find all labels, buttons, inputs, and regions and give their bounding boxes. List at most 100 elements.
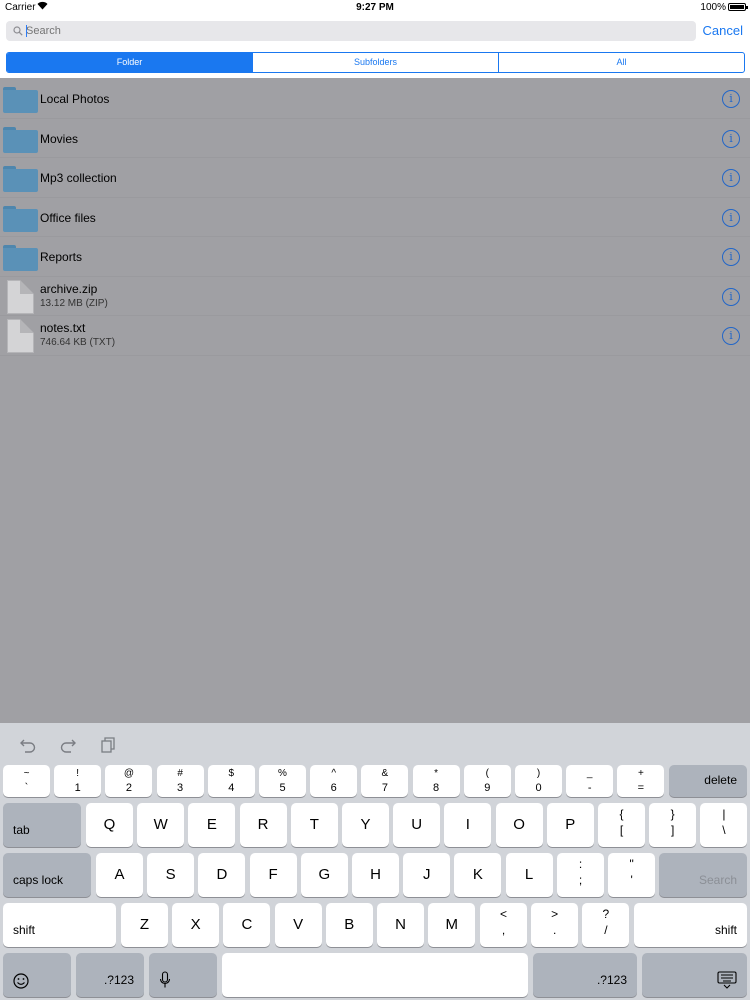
search-input[interactable] <box>26 23 686 39</box>
key-label: 2 <box>125 782 132 794</box>
numbers-key-right[interactable]: .?123 <box>533 953 637 997</box>
key-h[interactable]: H <box>352 853 399 897</box>
paste-icon[interactable] <box>99 737 117 753</box>
key-symbol[interactable]: {[ <box>598 803 645 847</box>
info-icon[interactable]: i <box>722 248 740 266</box>
caps-lock-key[interactable]: caps lock <box>3 853 91 897</box>
key-y[interactable]: Y <box>342 803 389 847</box>
list-item[interactable]: Movies i <box>0 119 750 158</box>
key-r[interactable]: R <box>239 803 287 847</box>
emoji-icon <box>13 973 29 989</box>
key-v[interactable]: V <box>274 903 322 947</box>
tab-key[interactable]: tab <box>3 803 81 847</box>
info-icon[interactable]: i <box>722 129 740 148</box>
shift-left-key[interactable]: shift <box>3 903 116 947</box>
key-shift-label: " <box>629 857 634 871</box>
key-shift-label: ? <box>602 907 610 921</box>
list-item[interactable]: notes.txt 746.64 KB (TXT) i <box>0 316 750 356</box>
shift-label: shift <box>714 923 737 937</box>
item-detail: 13.12 MB (ZIP) <box>40 297 108 309</box>
key-shift-label: } <box>670 807 675 821</box>
search-field[interactable] <box>6 21 696 41</box>
info-icon[interactable]: i <box>722 287 740 306</box>
document-icon <box>7 319 34 353</box>
cancel-button[interactable]: Cancel <box>703 23 743 38</box>
shift-right-key[interactable]: shift <box>634 903 747 947</box>
key-p[interactable]: P <box>546 803 594 847</box>
key-shift-label: { <box>619 807 624 821</box>
info-icon[interactable]: i <box>722 208 740 227</box>
numbers-label: .?123 <box>103 973 134 987</box>
key-symbol[interactable]: + = <box>617 765 665 797</box>
dictation-key[interactable] <box>149 953 217 997</box>
key-q[interactable]: Q <box>86 803 133 847</box>
key-a[interactable]: A <box>96 853 143 897</box>
emoji-key[interactable] <box>3 953 71 997</box>
key-o[interactable]: O <box>495 803 543 847</box>
key-b[interactable]: B <box>325 903 373 947</box>
key-symbol[interactable]: | \ <box>700 803 748 847</box>
key-shift-label: < <box>499 907 507 921</box>
key-symbol[interactable]: :; <box>557 853 604 897</box>
segment-subfolders[interactable]: Subfolders <box>253 53 499 72</box>
key-z[interactable]: Z <box>121 903 168 947</box>
key-shift-label: & <box>381 768 389 779</box>
key-e[interactable]: E <box>188 803 236 847</box>
key-symbol[interactable]: _ - <box>566 765 614 797</box>
key-symbol[interactable]: % 5 <box>259 765 306 797</box>
key-x[interactable]: X <box>172 903 220 947</box>
key-j[interactable]: J <box>403 853 451 897</box>
key-symbol[interactable]: >. <box>531 903 579 947</box>
segment-folder[interactable]: Folder <box>7 53 253 72</box>
key-symbol[interactable]: * 8 <box>412 765 460 797</box>
key-symbol[interactable]: <, <box>480 903 527 947</box>
key-t[interactable]: T <box>290 803 338 847</box>
key-label: 5 <box>279 782 286 794</box>
key-k[interactable]: K <box>454 853 502 897</box>
key-u[interactable]: U <box>393 803 441 847</box>
key-w[interactable]: W <box>137 803 185 847</box>
key-m[interactable]: M <box>428 903 476 947</box>
list-item[interactable]: Office files i <box>0 198 750 237</box>
key-n[interactable]: N <box>377 903 424 947</box>
item-name: archive.zip <box>40 281 98 296</box>
key-symbol[interactable]: @2 <box>105 765 153 797</box>
key-i[interactable]: I <box>444 803 492 847</box>
key-symbol[interactable]: #3 <box>156 765 204 797</box>
redo-icon[interactable] <box>59 737 77 753</box>
key-symbol[interactable]: ) 0 <box>515 765 562 797</box>
info-icon[interactable]: i <box>722 90 740 108</box>
key-symbol[interactable]: ~ ` <box>3 765 50 797</box>
key-symbol[interactable]: & 7 <box>361 765 409 797</box>
key-label: 3 <box>177 782 184 794</box>
keyboard-dismiss-icon <box>717 971 737 989</box>
info-icon[interactable]: i <box>722 169 740 187</box>
hide-keyboard-key[interactable] <box>642 953 747 997</box>
key-symbol[interactable]: ^ 6 <box>310 765 358 797</box>
segment-all[interactable]: All <box>499 53 744 72</box>
list-item[interactable]: Reports i <box>0 237 750 277</box>
delete-key[interactable]: delete <box>669 765 747 797</box>
key-symbol[interactable]: ! 1 <box>54 765 102 797</box>
key-symbol[interactable]: $4 <box>207 765 255 797</box>
key-symbol[interactable]: " ' <box>608 853 656 897</box>
numbers-key-left[interactable]: .?123 <box>76 953 144 997</box>
key-c[interactable]: C <box>223 903 271 947</box>
key-s[interactable]: S <box>147 853 195 897</box>
list-item[interactable]: Local Photos i <box>0 79 750 119</box>
search-key[interactable]: Search <box>659 853 747 897</box>
item-name: Local Photos <box>40 92 110 106</box>
undo-icon[interactable] <box>19 737 37 753</box>
key-symbol[interactable]: ? / <box>582 903 630 947</box>
keyboard: ~ `! 1 @2 #3 $4% 5 ^ 6 & 7 * 8(9) 0 _ - + = delete tab Q W E R T… <box>0 723 750 1000</box>
list-item[interactable]: Mp3 collection i <box>0 158 750 198</box>
space-key[interactable] <box>222 953 528 997</box>
info-icon[interactable]: i <box>722 327 740 345</box>
key-g[interactable]: G <box>300 853 348 897</box>
list-item[interactable]: archive.zip 13.12 MB (ZIP) i <box>0 277 750 316</box>
key-symbol[interactable]: }] <box>649 803 697 847</box>
key-d[interactable]: D <box>198 853 246 897</box>
key-l[interactable]: L <box>505 853 553 897</box>
key-symbol[interactable]: (9 <box>463 765 511 797</box>
key-f[interactable]: F <box>249 853 297 897</box>
